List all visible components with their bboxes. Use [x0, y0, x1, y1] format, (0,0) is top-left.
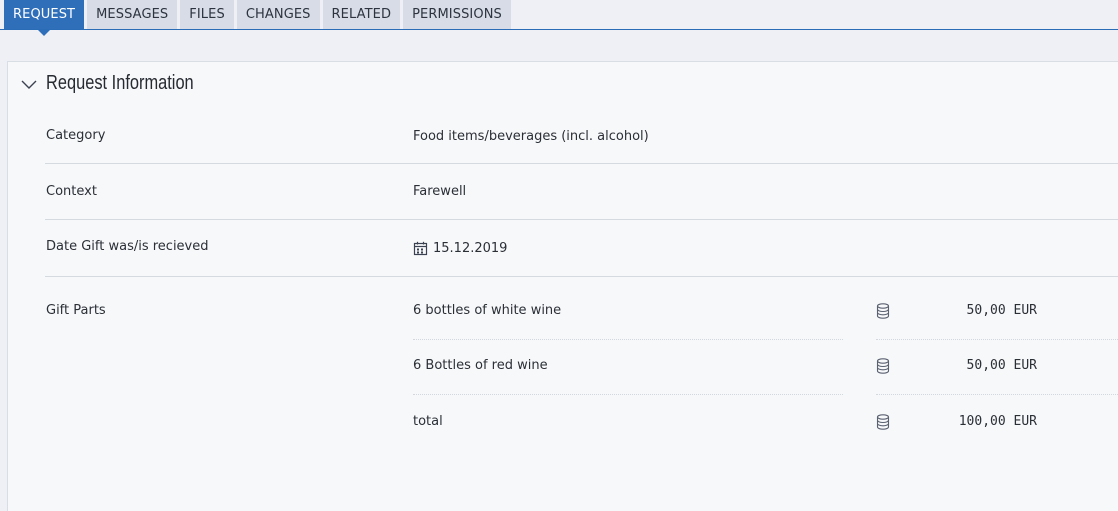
gift-total-label: total: [413, 414, 443, 429]
date-value: 15.12.2019: [433, 241, 508, 256]
coins-icon: [876, 414, 890, 430]
tab-messages[interactable]: MESSAGES: [87, 0, 178, 29]
gift-item-description: 6 bottles of white wine: [413, 303, 562, 318]
category-row: Category Food items/beverages (incl. alc…: [45, 108, 1118, 164]
chevron-down-icon[interactable]: [20, 77, 38, 91]
calendar-icon: [413, 241, 428, 256]
category-value: Food items/beverages (incl. alcohol): [413, 129, 649, 144]
gift-item-amount: 50,00 EUR: [966, 303, 1037, 318]
tab-request[interactable]: REQUEST: [4, 0, 85, 36]
coins-icon: [876, 303, 890, 319]
section-header[interactable]: Request Information: [8, 62, 1118, 108]
context-label: Context: [46, 184, 97, 199]
context-value: Farewell: [413, 184, 467, 199]
date-row: Date Gift was/is recieved 15.12.2019: [45, 220, 1118, 277]
gift-parts-row: Gift Parts 6 bottles of white wine 50,00…: [45, 277, 1118, 457]
divider: [876, 339, 1118, 340]
gift-total-amount: 100,00 EUR: [958, 414, 1037, 429]
section-title: Request Information: [46, 72, 194, 94]
tab-related[interactable]: RELATED: [322, 0, 401, 29]
request-information-panel: Request Information Category Food items/…: [7, 61, 1118, 511]
divider: [876, 394, 1118, 395]
tab-permissions[interactable]: PERMISSIONS: [403, 0, 511, 29]
coins-icon: [876, 358, 890, 374]
category-label: Category: [46, 128, 106, 143]
tab-files[interactable]: FILES: [180, 0, 234, 29]
date-label: Date Gift was/is recieved: [46, 239, 209, 254]
gift-item-description: 6 Bottles of red wine: [413, 358, 548, 373]
context-row: Context Farewell: [45, 164, 1118, 220]
gift-item-amount: 50,00 EUR: [966, 358, 1037, 373]
tab-changes[interactable]: CHANGES: [236, 0, 320, 29]
divider: [413, 339, 843, 340]
divider: [413, 394, 843, 395]
tab-bar: REQUEST MESSAGES FILES CHANGES RELATED P…: [0, 0, 1118, 36]
tabs: REQUEST MESSAGES FILES CHANGES RELATED P…: [4, 0, 511, 36]
gift-parts-label: Gift Parts: [46, 303, 106, 318]
